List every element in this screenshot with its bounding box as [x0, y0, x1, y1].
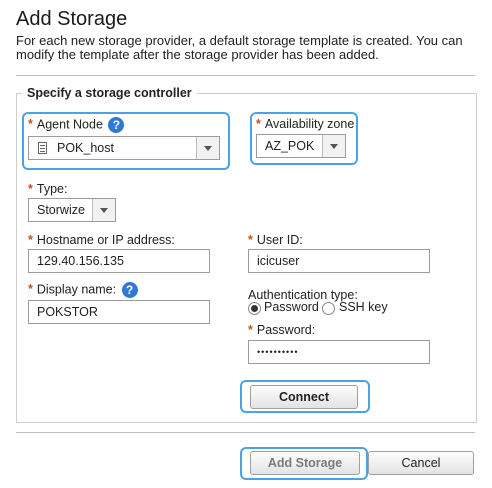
dialog-description: For each new storage provider, a default…: [16, 33, 463, 62]
user-id-label-text: User ID:: [256, 233, 303, 247]
cancel-button[interactable]: Cancel: [368, 451, 474, 475]
password-label-text: Password:: [256, 323, 316, 337]
chevron-down-icon[interactable]: [196, 137, 219, 159]
required-asterisk: *: [256, 117, 261, 131]
user-id-label: * User ID:: [248, 233, 303, 247]
ssh-key-radio[interactable]: [322, 302, 335, 315]
availability-zone-select[interactable]: AZ_POK: [256, 134, 346, 158]
hostname-label-text: Hostname or IP address:: [36, 233, 175, 247]
password-label: * Password:: [248, 323, 315, 337]
availability-zone-value: AZ_POK: [265, 139, 315, 153]
availability-zone-label-text: Availability zone: [264, 117, 355, 131]
type-value: Storwize: [37, 203, 85, 217]
display-name-label-text: Display name:: [36, 282, 117, 297]
add-storage-button[interactable]: Add Storage: [250, 451, 360, 475]
chevron-down-icon[interactable]: [322, 135, 345, 157]
agent-node-value: POK_host: [57, 141, 114, 155]
display-name-input[interactable]: POKSTOR: [28, 300, 210, 324]
required-asterisk: *: [28, 117, 33, 132]
ssh-key-radio-label[interactable]: SSH key: [339, 300, 388, 314]
fieldset-legend: Specify a storage controller: [22, 86, 197, 100]
footer-divider: [16, 432, 475, 433]
agent-node-select[interactable]: POK_host: [28, 136, 220, 160]
user-id-input[interactable]: icicuser: [248, 249, 430, 273]
required-asterisk: *: [28, 282, 33, 297]
password-radio-label[interactable]: Password: [264, 300, 319, 314]
type-label: * Type:: [28, 182, 67, 196]
divider: [16, 75, 475, 76]
server-icon: [38, 142, 47, 154]
hostname-input[interactable]: 129.40.156.135: [28, 249, 210, 273]
required-asterisk: *: [28, 233, 33, 247]
type-select[interactable]: Storwize: [28, 198, 116, 222]
help-question-icon[interactable]: ?: [108, 117, 125, 133]
type-label-text: Type:: [36, 182, 68, 196]
chevron-down-icon[interactable]: [92, 199, 115, 221]
availability-zone-label: * Availability zone: [256, 117, 354, 131]
password-radio[interactable]: [248, 302, 261, 315]
required-asterisk: *: [248, 233, 253, 247]
agent-node-label-text: Agent Node: [36, 117, 103, 132]
hostname-label: * Hostname or IP address:: [28, 233, 175, 247]
help-question-icon[interactable]: ?: [121, 282, 138, 298]
display-name-label: * Display name: ?: [28, 282, 138, 298]
dialog-title: Add Storage: [16, 8, 128, 30]
agent-node-label: * Agent Node ?: [28, 117, 125, 133]
connect-button[interactable]: Connect: [250, 385, 358, 409]
password-input[interactable]: ••••••••••: [248, 340, 430, 364]
required-asterisk: *: [28, 182, 33, 196]
required-asterisk: *: [248, 323, 253, 337]
